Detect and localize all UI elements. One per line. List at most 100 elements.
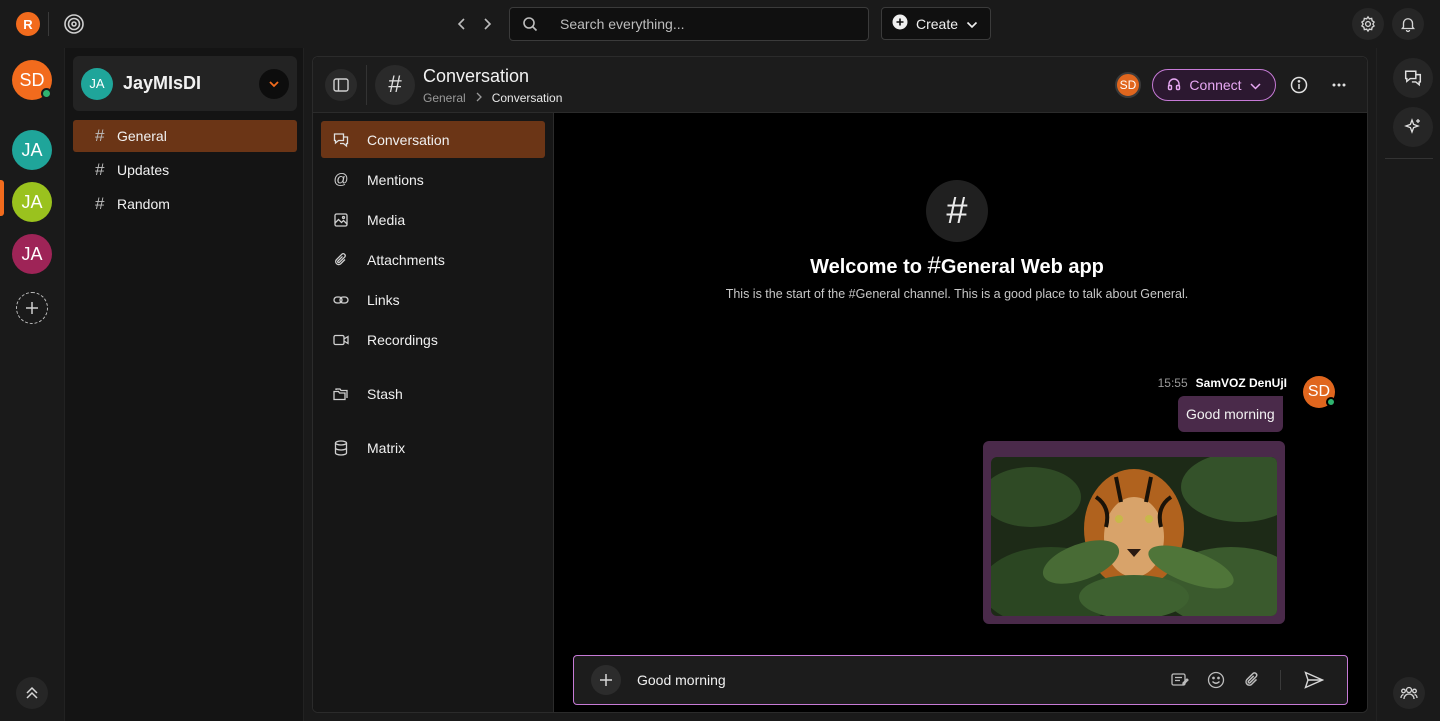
chevron-down-icon bbox=[966, 16, 978, 32]
breadcrumb-parent[interactable]: General bbox=[423, 91, 466, 105]
video-icon bbox=[333, 332, 349, 348]
participant-avatar[interactable]: SD bbox=[1115, 72, 1141, 98]
channel-title: Conversation bbox=[423, 66, 530, 86]
channel-label: Updates bbox=[117, 162, 170, 178]
welcome-subtext: This is the start of the #General channe… bbox=[725, 287, 1189, 301]
breadcrumb: General Conversation bbox=[423, 91, 562, 105]
chevron-down-icon bbox=[1250, 77, 1261, 93]
subnav-item-recordings[interactable]: Recordings bbox=[321, 321, 545, 358]
connect-label: Connect bbox=[1189, 77, 1242, 93]
welcome-prefix: Welcome to bbox=[810, 256, 922, 278]
add-attachment-button[interactable] bbox=[591, 665, 621, 695]
hash-icon: # bbox=[375, 65, 415, 105]
paperclip-icon[interactable] bbox=[1242, 670, 1262, 690]
channel-label: General bbox=[117, 128, 167, 144]
settings-icon[interactable] bbox=[1352, 8, 1384, 40]
online-status-dot bbox=[1326, 397, 1336, 407]
workspace-avatar[interactable]: JA bbox=[12, 130, 52, 170]
hash-icon: # bbox=[927, 252, 941, 279]
top-bar: R Create bbox=[0, 0, 1440, 48]
sparkle-icon[interactable] bbox=[1393, 107, 1433, 147]
folders-icon bbox=[333, 386, 349, 402]
chat-area: # Welcome to #General Web app This is th… bbox=[554, 113, 1367, 712]
workspace-avatar[interactable]: JA bbox=[12, 182, 52, 222]
headphones-icon bbox=[1167, 77, 1181, 94]
search-icon bbox=[510, 16, 550, 32]
chevron-down-icon[interactable] bbox=[259, 69, 289, 99]
subnav-item-links[interactable]: Links bbox=[321, 281, 545, 318]
more-options-icon[interactable] bbox=[1329, 75, 1349, 95]
subnav-item-matrix[interactable]: Matrix bbox=[321, 429, 545, 466]
send-icon[interactable] bbox=[1304, 670, 1324, 690]
subnav-label: Conversation bbox=[367, 131, 450, 148]
plus-circle-icon bbox=[892, 14, 908, 33]
channel-label: Random bbox=[117, 196, 170, 212]
message-time: 15:55 bbox=[1157, 376, 1188, 390]
channel-item-updates[interactable]: # Updates bbox=[73, 154, 297, 186]
subnav-item-media[interactable]: Media bbox=[321, 201, 545, 238]
message-input[interactable] bbox=[637, 672, 1137, 688]
at-icon: @ bbox=[333, 171, 349, 188]
add-workspace-button[interactable] bbox=[16, 292, 48, 324]
active-workspace-indicator bbox=[0, 180, 4, 216]
search-input[interactable] bbox=[560, 16, 860, 32]
chevron-left-icon[interactable] bbox=[452, 14, 472, 34]
subnav-item-stash[interactable]: Stash bbox=[321, 375, 545, 412]
welcome-heading: Welcome to #General Web app bbox=[554, 252, 1360, 280]
subnav-label: Links bbox=[367, 291, 400, 308]
subnav-label: Attachments bbox=[367, 251, 445, 268]
hash-icon: # bbox=[926, 180, 988, 242]
image-attachment[interactable] bbox=[983, 441, 1285, 624]
sidebar-toggle-icon[interactable] bbox=[325, 69, 357, 101]
hash-icon: # bbox=[95, 126, 105, 145]
format-icon[interactable] bbox=[1170, 670, 1190, 690]
connect-button[interactable]: Connect bbox=[1152, 69, 1276, 101]
search-box[interactable] bbox=[509, 7, 869, 41]
chevron-right-icon[interactable] bbox=[477, 14, 497, 34]
subnav-label: Mentions bbox=[367, 171, 424, 188]
hash-icon: # bbox=[95, 160, 105, 179]
link-icon bbox=[333, 292, 349, 308]
chevrons-up-icon[interactable] bbox=[16, 677, 48, 709]
workspace-rail: SD JA JA JA bbox=[0, 48, 64, 721]
channel-item-general[interactable]: # General bbox=[73, 120, 297, 152]
workspace-avatar: JA bbox=[81, 67, 113, 100]
right-rail bbox=[1376, 48, 1440, 721]
workspace-name: JayMIsDI bbox=[123, 73, 202, 93]
welcome-channel: General Web app bbox=[940, 256, 1104, 278]
chat-icon[interactable] bbox=[1393, 58, 1433, 98]
emoji-icon[interactable] bbox=[1206, 670, 1226, 690]
message-author[interactable]: SamVOZ DenUjI bbox=[1196, 376, 1287, 390]
chat-icon bbox=[333, 132, 349, 148]
members-icon[interactable] bbox=[1393, 677, 1425, 709]
channel-item-random[interactable]: # Random bbox=[73, 188, 297, 220]
info-icon[interactable] bbox=[1289, 75, 1309, 95]
workspace-avatar[interactable]: JA bbox=[12, 234, 52, 274]
subnav-item-mentions[interactable]: @ Mentions bbox=[321, 161, 545, 198]
bell-icon[interactable] bbox=[1392, 8, 1424, 40]
main-panel: # Conversation General Conversation SD C… bbox=[312, 56, 1368, 713]
radar-icon[interactable] bbox=[62, 12, 86, 36]
image-icon bbox=[333, 212, 349, 228]
create-label: Create bbox=[916, 15, 959, 32]
message-composer bbox=[573, 655, 1348, 705]
subnav-label: Media bbox=[367, 211, 406, 228]
chevron-right-icon bbox=[476, 91, 482, 105]
channel-subnav: Conversation @ Mentions Media Attachment… bbox=[313, 113, 554, 712]
message-meta: 15:55 SamVOZ DenUjI bbox=[1158, 376, 1287, 390]
breadcrumb-current: Conversation bbox=[491, 91, 563, 105]
divider bbox=[1280, 670, 1281, 690]
tiger-image bbox=[991, 457, 1277, 616]
divider bbox=[1385, 158, 1433, 159]
subnav-label: Recordings bbox=[367, 331, 438, 348]
subnav-item-conversation[interactable]: Conversation bbox=[321, 121, 545, 158]
channel-panel: JA JayMIsDI # General # Updates # Random bbox=[64, 48, 304, 721]
app-logo[interactable]: R bbox=[16, 12, 40, 36]
subnav-label: Matrix bbox=[367, 439, 406, 456]
create-button[interactable]: Create bbox=[881, 7, 991, 40]
divider bbox=[366, 65, 367, 105]
online-status-dot bbox=[41, 88, 52, 99]
subnav-item-attachments[interactable]: Attachments bbox=[321, 241, 545, 278]
workspace-header[interactable]: JA JayMIsDI bbox=[73, 56, 297, 111]
divider bbox=[48, 12, 49, 36]
